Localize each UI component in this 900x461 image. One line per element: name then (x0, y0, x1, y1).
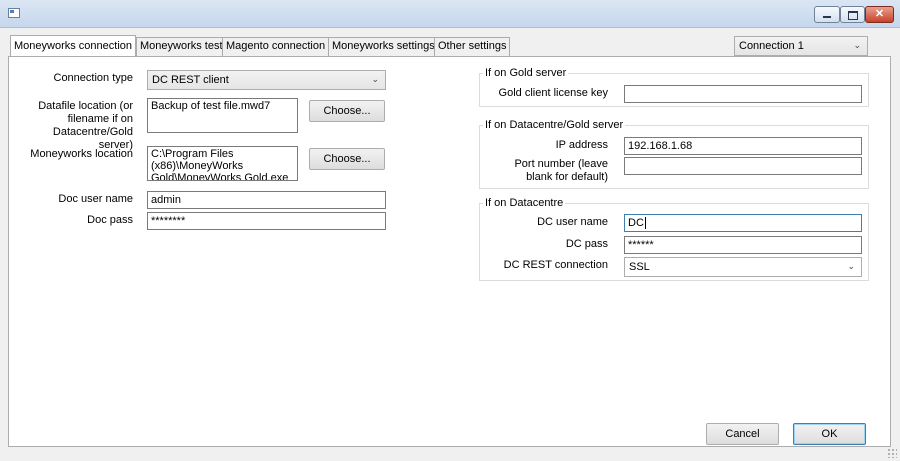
dc-pass-input[interactable]: ****** (624, 236, 862, 254)
dc-rest-connection-select[interactable]: SSL ⌄ (624, 257, 862, 277)
cancel-button[interactable]: Cancel (706, 423, 779, 445)
ip-address-label: IP address (555, 139, 608, 151)
gold-license-label: Gold client license key (498, 87, 608, 99)
datacentre-group-title: If on Datacentre (483, 197, 566, 210)
ok-button[interactable]: OK (793, 423, 866, 445)
dc-user-name-value: DC (628, 217, 644, 229)
doc-user-name-input[interactable]: admin (147, 191, 386, 209)
moneyworks-location-field[interactable]: C:\Program Files (x86)\MoneyWorks Gold\M… (147, 146, 298, 181)
dc-user-name-label: DC user name (537, 216, 608, 228)
maximize-button[interactable] (840, 6, 865, 23)
chevron-down-icon: ⌄ (847, 261, 855, 271)
chevron-down-icon: ⌄ (371, 74, 379, 84)
chevron-down-icon: ⌄ (853, 40, 861, 50)
minimize-button[interactable] (814, 6, 840, 23)
close-button[interactable]: ✕ (865, 6, 894, 23)
moneyworks-location-label: Moneyworks location (30, 148, 133, 160)
title-bar: ✕ (0, 0, 900, 28)
gold-license-input[interactable] (624, 85, 862, 103)
close-icon: ✕ (874, 8, 885, 20)
tab-content-panel: Connection type DC REST client ⌄ Datafil… (8, 56, 891, 447)
datacentre-gold-group-title: If on Datacentre/Gold server (483, 119, 626, 132)
gold-server-group-title: If on Gold server (483, 67, 569, 80)
datafile-location-label: Datafile location (or filename if on Dat… (38, 100, 133, 151)
doc-pass-input[interactable]: ******** (147, 212, 386, 230)
port-number-input[interactable] (624, 157, 862, 175)
dc-pass-label: DC pass (565, 238, 608, 250)
doc-user-name-label: Doc user name (58, 193, 133, 205)
dialog-window: ✕ Moneyworks connection Moneyworks test … (0, 0, 900, 461)
dc-rest-connection-value: SSL (629, 261, 650, 273)
resize-grip-icon[interactable] (887, 448, 897, 458)
choose-datafile-button[interactable]: Choose... (309, 100, 385, 122)
dc-rest-connection-label: DC REST connection (503, 259, 608, 271)
connection-select[interactable]: Connection 1 ⌄ (734, 36, 868, 56)
app-icon (8, 8, 20, 18)
doc-pass-label: Doc pass (87, 214, 133, 226)
datafile-location-field[interactable]: Backup of test file.mwd7 (147, 98, 298, 133)
tab-moneyworks-test[interactable]: Moneyworks test (136, 37, 227, 56)
ip-address-input[interactable]: 192.168.1.68 (624, 137, 862, 155)
connection-type-label: Connection type (53, 72, 134, 84)
choose-moneyworks-location-button[interactable]: Choose... (309, 148, 385, 170)
port-number-label: Port number (leave blank for default) (514, 158, 608, 183)
connection-type-select[interactable]: DC REST client ⌄ (147, 70, 386, 90)
dc-user-name-input[interactable]: DC (624, 214, 862, 232)
connection-type-value: DC REST client (152, 74, 229, 86)
tab-other-settings[interactable]: Other settings (434, 37, 511, 56)
tab-magento-connection[interactable]: Magento connection (222, 37, 330, 56)
text-caret (644, 217, 646, 230)
connection-select-value: Connection 1 (739, 40, 804, 52)
tab-moneyworks-connection[interactable]: Moneyworks connection (10, 35, 137, 57)
tab-moneyworks-settings[interactable]: Moneyworks settings (328, 37, 439, 56)
